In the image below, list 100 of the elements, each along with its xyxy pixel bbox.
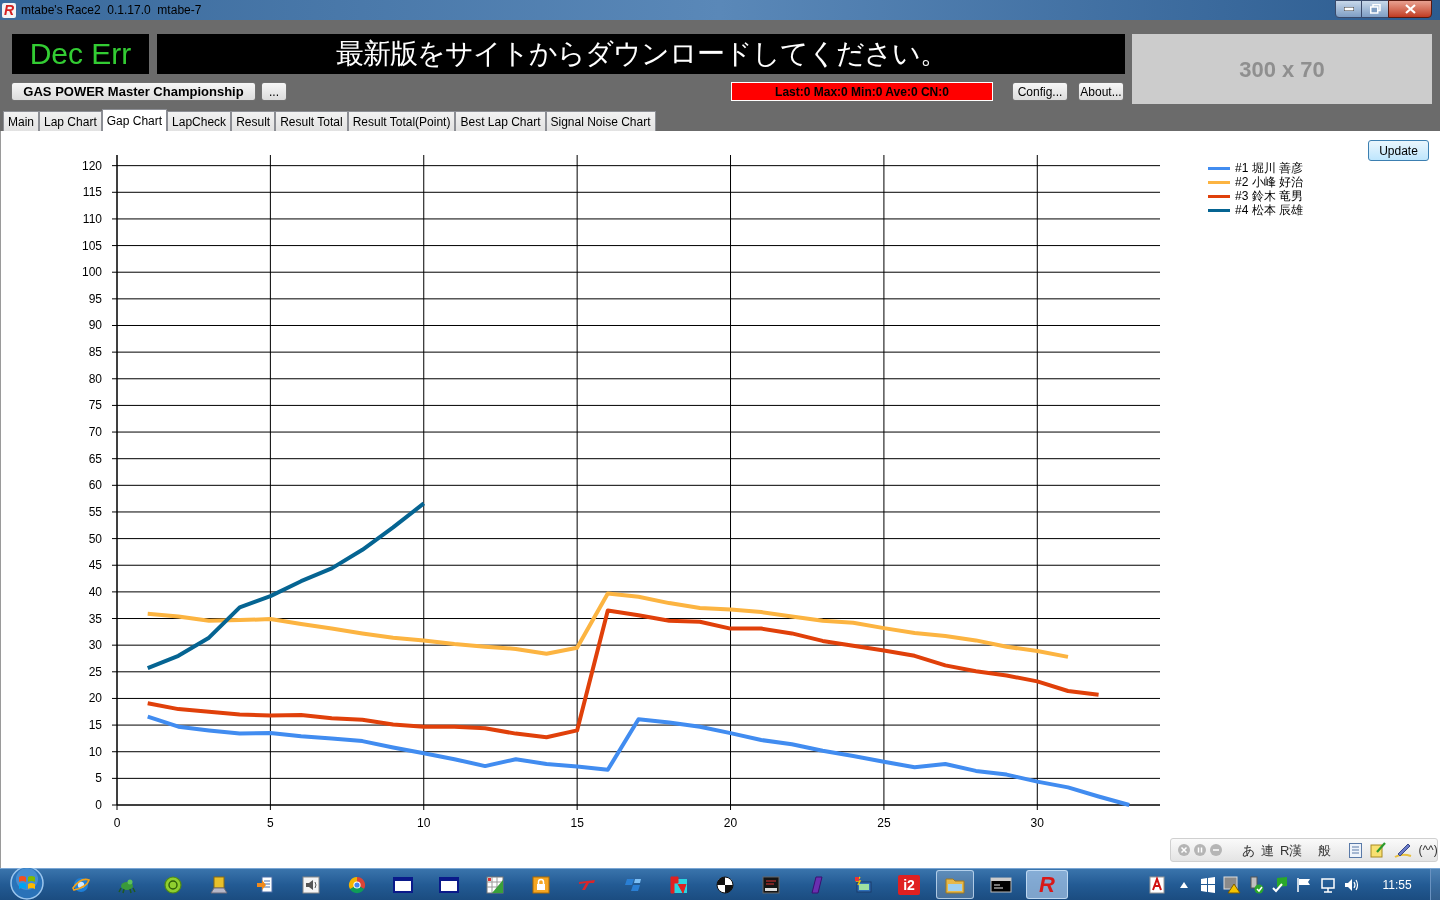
- axis-tick-label: 35: [88, 611, 102, 626]
- axis-tick-label: 25: [88, 664, 102, 679]
- computer-icon: [854, 875, 872, 894]
- axis-tick-label: 10: [88, 744, 102, 759]
- tab[interactable]: Result Total(Point): [347, 111, 456, 131]
- axis-tick-label: 20: [723, 816, 738, 830]
- event-button[interactable]: GAS POWER Master Championship: [11, 82, 256, 101]
- lock-icon: [532, 875, 550, 894]
- axis-tick-label: 5: [267, 816, 274, 830]
- document-icon: [1148, 875, 1166, 894]
- stats-display: Last:0 Max:0 Min:0 Ave:0 CN:0: [731, 82, 993, 101]
- axis-tick-label: 100: [81, 265, 102, 280]
- laptop-icon: [210, 875, 228, 894]
- wheel-icon: [348, 875, 366, 894]
- window-icon: [439, 876, 459, 893]
- axis-tick-label: 95: [88, 291, 102, 306]
- tab[interactable]: Result Total: [275, 111, 348, 131]
- legend-swatch-icon: [1208, 166, 1230, 170]
- input-mode-toggle[interactable]: 連: [1261, 843, 1274, 857]
- pen-icon[interactable]: [1394, 842, 1413, 858]
- axis-tick-label: 0: [113, 816, 121, 830]
- network-icon: [1320, 876, 1336, 893]
- legend-label: #3 鈴木 竜男: [1235, 190, 1303, 202]
- tab[interactable]: LapCheck: [167, 111, 232, 131]
- legend-label: #2 小峰 好治: [1235, 176, 1303, 188]
- legend-swatch-icon: [1208, 194, 1230, 198]
- disc-icon: [164, 875, 182, 894]
- tab[interactable]: Lap Chart: [39, 111, 102, 131]
- document-arrow-icon: [256, 875, 274, 894]
- legend-swatch-icon: [1208, 180, 1230, 184]
- speaker-icon: [302, 875, 320, 894]
- tab[interactable]: Best Lap Chart: [455, 111, 546, 131]
- axis-tick-label: 20: [88, 691, 102, 706]
- about-button[interactable]: About...: [1078, 82, 1124, 101]
- axis-tick-label: 0: [95, 798, 102, 812]
- axis-tick-label: 50: [88, 531, 102, 546]
- input-mode-toggle[interactable]: あ: [1242, 843, 1255, 857]
- legend-label: #4 松本 辰雄: [1235, 204, 1303, 216]
- axis-tick-label: 85: [88, 345, 102, 360]
- axis-tick-label: 120: [81, 158, 102, 173]
- axis-tick-label: 15: [88, 718, 102, 733]
- taskbar-button[interactable]: i2: [898, 874, 920, 895]
- tab[interactable]: Main: [3, 111, 39, 131]
- monitor-icon: [762, 875, 780, 894]
- tab[interactable]: Gap Chart: [101, 109, 168, 131]
- axis-tick-label: 60: [88, 478, 102, 493]
- note-pencil-icon[interactable]: [1370, 842, 1387, 858]
- input-mode-toggle[interactable]: 般: [1318, 843, 1332, 857]
- legend-swatch-icon: [1208, 208, 1230, 212]
- config-button[interactable]: Config...: [1012, 82, 1068, 101]
- slash-icon: [811, 875, 823, 894]
- axis-tick-label: 65: [88, 451, 102, 466]
- ad-banner: 300 x 70: [1132, 34, 1432, 104]
- tab[interactable]: Result: [231, 111, 276, 131]
- axis-tick-label: 5: [95, 771, 102, 786]
- chevron-up-icon: [1179, 880, 1189, 889]
- minimize-button[interactable]: [1335, 0, 1362, 18]
- tab[interactable]: Signal Noise Chart: [545, 111, 656, 131]
- axis-tick-label: 30: [1030, 816, 1044, 830]
- message-banner: 最新版をサイトからダウンロードしてください。: [157, 34, 1125, 74]
- more-button[interactable]: ...: [261, 82, 287, 101]
- clock[interactable]: 11:55: [1364, 869, 1430, 900]
- maximize-button[interactable]: [1362, 0, 1388, 18]
- face-mode-toggle[interactable]: (^^): [1418, 844, 1438, 856]
- window-icon: [393, 876, 413, 893]
- start-button[interactable]: [10, 866, 44, 900]
- list-icon[interactable]: [1349, 842, 1363, 858]
- axis-tick-label: 80: [88, 371, 102, 386]
- axis-tick-label: 105: [81, 238, 102, 253]
- axis-tick-label: 75: [88, 398, 102, 413]
- flag-icon: [1296, 876, 1312, 893]
- status-display: Dec Err: [12, 34, 149, 74]
- close-icon: [1404, 4, 1416, 14]
- tile-icon: [670, 875, 688, 894]
- usb-check-icon: [1247, 875, 1265, 894]
- axis-tick-label: 25: [877, 816, 891, 830]
- legend-label: #1 堀川 善彦: [1235, 162, 1303, 174]
- axis-tick-label: 15: [570, 816, 584, 830]
- window-title: mtabe's Race2 0.1.17.0 mtabe-7: [21, 4, 202, 16]
- axis-tick-label: 110: [82, 211, 102, 226]
- minimize-icon: [1343, 7, 1354, 11]
- axis-tick-label: 45: [88, 558, 102, 573]
- warning-server-icon: [1223, 875, 1241, 894]
- start-orb-icon: [10, 866, 44, 900]
- update-button[interactable]: Update: [1368, 140, 1429, 161]
- folder-icon: [945, 875, 965, 894]
- app-logo: R: [2, 2, 16, 18]
- input-mode-toggle[interactable]: R漢: [1280, 843, 1303, 857]
- swoosh-icon: [578, 878, 596, 891]
- axis-tick-label: 70: [88, 425, 102, 440]
- restore-icon: [1369, 4, 1381, 14]
- note-check-icon: [1271, 875, 1289, 894]
- axis-tick-label: 40: [88, 584, 102, 599]
- axis-tick-label: 30: [88, 638, 102, 653]
- axis-tick-label: 90: [88, 318, 102, 333]
- axis-tick-label: 10: [417, 816, 431, 830]
- terminal-icon: [990, 876, 1012, 893]
- axis-tick-label: 55: [88, 504, 102, 519]
- axis-tick-label: 115: [82, 185, 102, 200]
- close-button[interactable]: [1388, 0, 1432, 18]
